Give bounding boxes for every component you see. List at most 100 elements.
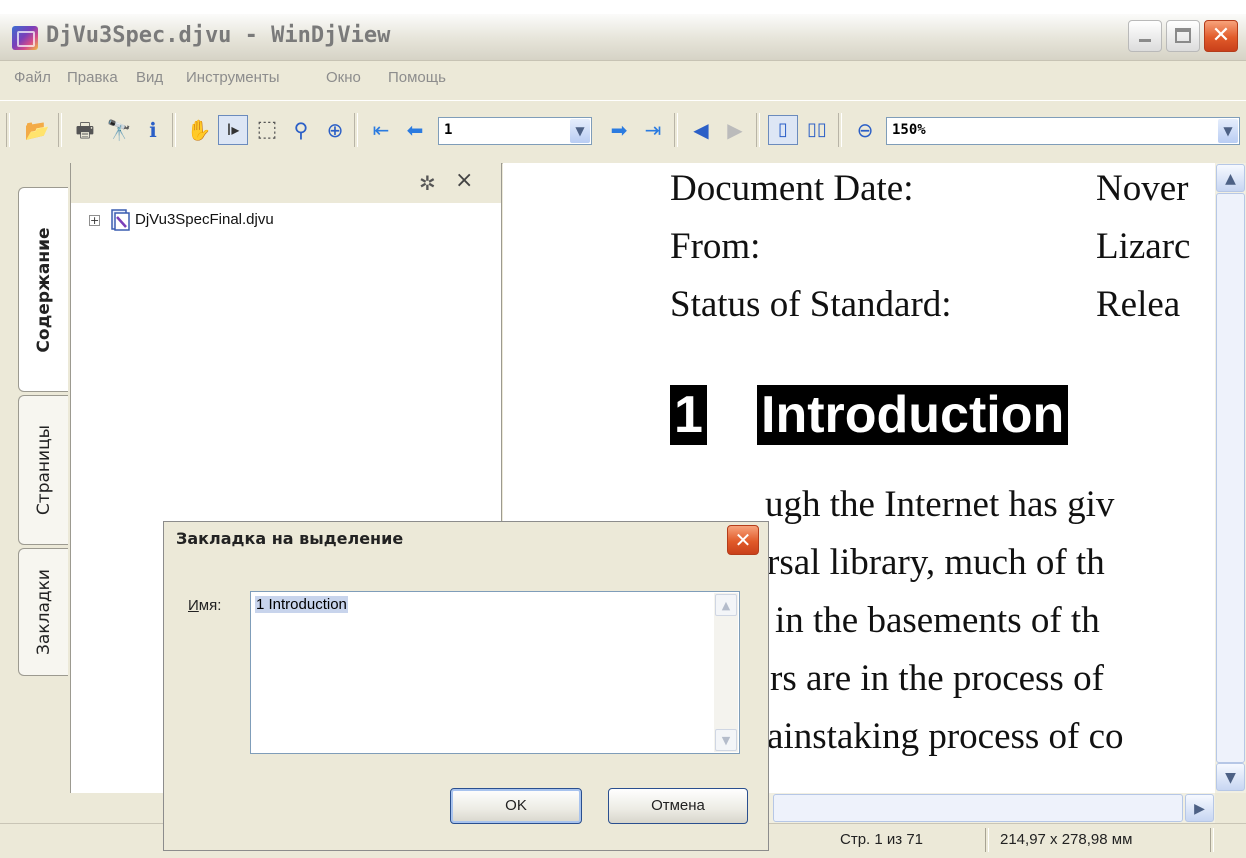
doc-label-status: Status of Standard: bbox=[670, 284, 952, 325]
zoom-in-icon[interactable]: ⊕ bbox=[320, 115, 350, 145]
toolbar: 📂 🖶 🔭 ℹ ✋ I▸ ⬚ ⚲ ⊕ ⇤ ⬅ 1 ▼ ➡ ⇥ ◀ ▶ ▯ ▯▯ … bbox=[0, 100, 1246, 164]
app-icon bbox=[12, 26, 38, 50]
find-binoculars-icon[interactable]: 🔭 bbox=[104, 115, 134, 145]
rect-select-tool-icon[interactable]: ⬚ bbox=[252, 115, 282, 145]
dialog-title: Закладка на выделение bbox=[176, 529, 404, 548]
close-window-button[interactable]: ✕ bbox=[1204, 20, 1238, 52]
scroll-down-icon[interactable]: ▼ bbox=[715, 729, 737, 751]
app-window: DjVu3Spec.djvu - WinDjView ✕ Файл Правка… bbox=[0, 14, 1246, 858]
page-number-value: 1 bbox=[444, 122, 453, 138]
close-icon: ✕ bbox=[1211, 23, 1231, 48]
scroll-thumb[interactable] bbox=[773, 794, 1183, 822]
scroll-right-icon[interactable]: ▶ bbox=[1185, 794, 1214, 822]
menu-file[interactable]: Файл bbox=[14, 69, 51, 86]
close-icon: ✕ bbox=[734, 528, 752, 552]
djvu-file-icon bbox=[111, 209, 130, 231]
bookmark-name-value: 1 Introduction bbox=[255, 596, 348, 613]
print-icon[interactable]: 🖶 bbox=[70, 115, 100, 145]
menu-bar: Файл Правка Вид Инструменты Окно Помощь bbox=[0, 61, 1246, 98]
name-label-text: мя: bbox=[198, 597, 222, 614]
gear-icon[interactable]: ✲ bbox=[419, 171, 436, 195]
tab-bookmarks[interactable]: Закладки bbox=[18, 548, 68, 676]
menu-tools[interactable]: Инструменты bbox=[186, 69, 280, 86]
chevron-down-icon[interactable]: ▼ bbox=[1218, 119, 1238, 143]
first-page-icon[interactable]: ⇤ bbox=[366, 115, 396, 145]
minimize-button[interactable] bbox=[1128, 20, 1162, 52]
minimize-icon bbox=[1139, 39, 1151, 42]
tab-contents[interactable]: Содержание bbox=[18, 187, 68, 392]
prev-page-icon[interactable]: ⬅ bbox=[400, 115, 430, 145]
heading-number: 1 bbox=[670, 385, 707, 445]
menu-edit[interactable]: Правка bbox=[67, 69, 118, 86]
scroll-up-icon[interactable]: ▲ bbox=[1216, 164, 1245, 192]
toolbar-separator bbox=[58, 113, 62, 147]
single-page-icon[interactable]: ▯ bbox=[768, 115, 798, 145]
toolbar-separator bbox=[354, 113, 358, 147]
doc-label-from: From: bbox=[670, 226, 761, 267]
body-line: rs are in the process of bbox=[770, 658, 1104, 699]
bookmark-name-field[interactable]: 1 Introduction ▲ ▼ bbox=[250, 591, 740, 754]
body-line: in the basements of th bbox=[775, 600, 1100, 641]
tab-bookmarks-label: Закладки bbox=[33, 569, 54, 655]
tab-contents-label: Содержание bbox=[33, 226, 54, 353]
scroll-thumb[interactable] bbox=[1216, 193, 1245, 763]
menu-view[interactable]: Вид bbox=[136, 69, 163, 86]
info-icon[interactable]: ℹ bbox=[138, 115, 168, 145]
ok-button[interactable]: OK bbox=[450, 788, 582, 824]
tree-root-label[interactable]: DjVu3SpecFinal.djvu bbox=[135, 211, 274, 228]
tab-pages-label: Страницы bbox=[33, 424, 54, 516]
vertical-scrollbar[interactable]: ▲ ▼ bbox=[1215, 163, 1246, 793]
scroll-up-icon[interactable]: ▲ bbox=[715, 594, 737, 616]
hand-tool-icon[interactable]: ✋ bbox=[184, 115, 214, 145]
window-title: DjVu3Spec.djvu - WinDjView bbox=[46, 23, 391, 48]
field-scrollbar[interactable]: ▲ ▼ bbox=[714, 593, 738, 752]
chevron-down-icon[interactable]: ▼ bbox=[570, 119, 590, 143]
facing-pages-icon[interactable]: ▯▯ bbox=[802, 115, 832, 145]
forward-icon[interactable]: ▶ bbox=[720, 115, 750, 145]
tab-pages[interactable]: Страницы bbox=[18, 395, 68, 545]
body-line: ainstaking process of co bbox=[767, 716, 1124, 757]
zoom-value: 150% bbox=[892, 122, 926, 138]
toolbar-grip bbox=[6, 113, 10, 147]
doc-value-from: Lizarc bbox=[1096, 226, 1191, 267]
name-label-accel: И bbox=[188, 597, 199, 614]
zoom-rect-icon[interactable]: ⚲ bbox=[286, 115, 316, 145]
bookmark-dialog: Закладка на выделение ✕ Имя: 1 Introduct… bbox=[163, 521, 769, 851]
scroll-down-icon[interactable]: ▼ bbox=[1216, 763, 1245, 791]
status-page-size: 214,97 x 278,98 мм bbox=[1000, 831, 1133, 848]
heading-text: Introduction bbox=[757, 385, 1069, 445]
doc-value-status: Relea bbox=[1096, 284, 1181, 325]
status-separator bbox=[1210, 828, 1214, 852]
title-bar: DjVu3Spec.djvu - WinDjView ✕ bbox=[0, 14, 1246, 61]
status-separator bbox=[985, 828, 989, 852]
body-line: ugh the Internet has giv bbox=[765, 484, 1115, 525]
name-label: Имя: bbox=[188, 597, 221, 614]
doc-label-date: Document Date: bbox=[670, 168, 914, 209]
page-caption bbox=[0, 0, 1246, 14]
toolbar-separator bbox=[674, 113, 678, 147]
side-tabs: Содержание Страницы Закладки bbox=[0, 163, 70, 793]
maximize-icon bbox=[1175, 28, 1191, 43]
back-icon[interactable]: ◀ bbox=[686, 115, 716, 145]
menu-help[interactable]: Помощь bbox=[388, 69, 446, 86]
toolbar-separator bbox=[756, 113, 760, 147]
doc-value-date: Nover bbox=[1096, 168, 1189, 209]
last-page-icon[interactable]: ⇥ bbox=[638, 115, 668, 145]
body-line: rsal library, much of th bbox=[767, 542, 1105, 583]
page-number-combo[interactable]: 1 ▼ bbox=[438, 117, 592, 145]
toolbar-separator bbox=[172, 113, 176, 147]
zoom-out-icon[interactable]: ⊖ bbox=[850, 115, 880, 145]
menu-window[interactable]: Окно bbox=[326, 69, 361, 86]
open-folder-icon[interactable]: 📂 bbox=[22, 115, 52, 145]
pane-header: ✲ × bbox=[71, 163, 501, 203]
dialog-close-button[interactable]: ✕ bbox=[727, 525, 759, 555]
close-pane-icon[interactable]: × bbox=[455, 168, 473, 193]
maximize-button[interactable] bbox=[1166, 20, 1200, 52]
text-select-tool-icon[interactable]: I▸ bbox=[218, 115, 248, 145]
zoom-combo[interactable]: 150% ▼ bbox=[886, 117, 1240, 145]
status-page: Стр. 1 из 71 bbox=[840, 831, 923, 848]
expand-icon[interactable]: + bbox=[89, 215, 100, 226]
cancel-button[interactable]: Отмена bbox=[608, 788, 748, 824]
toolbar-separator bbox=[838, 113, 842, 147]
next-page-icon[interactable]: ➡ bbox=[604, 115, 634, 145]
